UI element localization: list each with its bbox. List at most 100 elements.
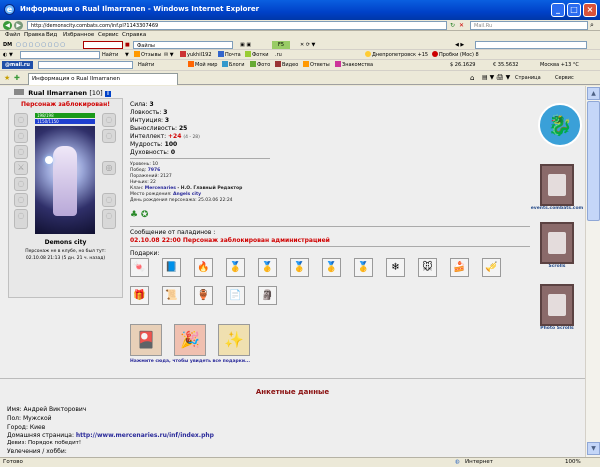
slot-boots[interactable]: ◌ (102, 209, 116, 229)
feeds-icon[interactable]: ▤ ▼ 🖨 ▼ (482, 74, 510, 82)
stop-icon[interactable]: ✕ (459, 22, 464, 29)
back-icon[interactable]: ◀ (3, 21, 12, 30)
dating-button[interactable]: Знакомства (335, 61, 373, 69)
url-field[interactable]: http://demonscity.combats.com/inf.pl?114… (27, 21, 447, 30)
medal-icons[interactable]: ♣ ✪ (130, 210, 148, 220)
blogs-button[interactable]: Блоги (222, 61, 245, 69)
clan-link[interactable]: Mercenaries (145, 186, 176, 191)
files-select[interactable]: Файлы (133, 41, 233, 49)
minimize-button[interactable]: _ (551, 3, 565, 17)
slot-ring[interactable]: ◌ (102, 193, 116, 207)
slot-helmet[interactable]: ◌ (14, 113, 28, 127)
homepage-link[interactable]: http://www.mercenaries.ru/inf/index.php (76, 432, 214, 439)
slot-bracers[interactable]: ◌ (102, 129, 116, 143)
menu-help[interactable]: Справка (122, 32, 146, 38)
gift-item[interactable]: 🥇 (290, 258, 309, 277)
vertical-scrollbar[interactable]: ▲ ▼ (585, 86, 600, 457)
gift-item[interactable]: 📄 (226, 286, 245, 305)
home-icon[interactable]: ⌂ (470, 74, 474, 82)
gift-item[interactable]: 🐭 (418, 258, 437, 277)
video-button[interactable]: Видео (275, 61, 298, 69)
more-gifts-link[interactable]: Нажмите сюда, чтобы увидеть все подарки.… (130, 359, 250, 364)
gift-item[interactable]: 🥇 (354, 258, 373, 277)
toolbar-icons[interactable]: ▢ ▢ ▢ ▢ ▢ ▢ ▢ ▢ (16, 41, 65, 49)
slot-pants[interactable]: ◌ (14, 209, 28, 229)
gift-item[interactable]: 📘 (162, 258, 181, 277)
user-button[interactable]: yukhil192 (180, 51, 212, 59)
mail-button[interactable]: Почта (218, 51, 241, 59)
sidebar-item-events-link[interactable]: events.combats.com (530, 164, 584, 211)
gift-item[interactable]: 🍰 (450, 258, 469, 277)
ru-button[interactable]: .ru (275, 51, 282, 59)
gift-item[interactable]: 🎺 (482, 258, 501, 277)
gift-item[interactable]: 🗿 (258, 286, 277, 305)
status-zoom[interactable]: 100% (565, 458, 581, 467)
toolbar-search[interactable] (475, 41, 587, 49)
photos-button[interactable]: Фотки (245, 51, 269, 59)
gift-card[interactable]: 🎉 (174, 324, 206, 356)
add-favorite-icon[interactable]: ✚ (14, 74, 20, 82)
gift-item[interactable]: 🔥 (194, 258, 213, 277)
slot-gloves[interactable]: ◌ (102, 113, 116, 127)
menu-view[interactable]: Вид (46, 32, 57, 38)
search-input[interactable]: Mail.Ru (470, 21, 588, 30)
answers-button[interactable]: Ответы (303, 61, 330, 69)
mailru-logo[interactable]: @mail.ru (2, 61, 33, 69)
gift-item[interactable]: 🍬 (130, 258, 149, 277)
photo-button[interactable]: Фото (250, 61, 270, 69)
toolbar-play-icon[interactable]: ■ (125, 41, 130, 49)
forward-icon[interactable]: ▶ (14, 21, 23, 30)
mymir-button[interactable]: Мой мир (188, 61, 217, 69)
tools-menu[interactable]: Сервис (555, 74, 574, 82)
scroll-down-icon[interactable]: ▼ (587, 442, 600, 455)
favorites-star-icon[interactable]: ★ (4, 74, 10, 82)
slot-armor[interactable]: ◌ (14, 177, 28, 191)
slot-belt[interactable]: ◌ (14, 193, 28, 207)
slot-amulet[interactable]: ◌ (14, 145, 28, 159)
toolbar-dropdown[interactable]: ◐ ▼ (3, 51, 13, 59)
sidebar-item-events[interactable]: 🐉 (535, 103, 585, 147)
scroll-thumb[interactable] (587, 101, 600, 221)
slot-weapon[interactable]: ⚔ (14, 161, 28, 175)
character-name[interactable]: Rual Ilmarranen (28, 89, 87, 97)
toolbar-more-icons[interactable]: ▣ ▣ (240, 41, 251, 49)
gift-item[interactable]: ❄ (386, 258, 405, 277)
gift-item[interactable]: 🏺 (194, 286, 213, 305)
gift-card[interactable]: 🎴 (130, 324, 162, 356)
toolbar-mail-glyphs[interactable]: ✉ ▼ (164, 51, 174, 59)
close-button[interactable]: × (583, 3, 597, 17)
sidebar-item-scrolls[interactable]: Scrolls (530, 222, 584, 269)
mailru-search[interactable] (38, 61, 133, 69)
toolbar-close-icon[interactable]: ✕ ⟳ ▼ (300, 41, 315, 49)
weather-button[interactable]: Днепропетровск +15 (365, 51, 428, 59)
gift-card[interactable]: ✨ (218, 324, 250, 356)
reviews-button[interactable]: Отзывы (134, 51, 161, 59)
toolbar2-input[interactable] (20, 51, 100, 59)
scroll-up-icon[interactable]: ▲ (587, 87, 600, 100)
info-icon[interactable]: i (104, 91, 111, 97)
tab-info[interactable]: Информация о Rual Ilmarranen (28, 73, 178, 85)
gift-item[interactable]: 🎁 (130, 286, 149, 305)
gift-item[interactable]: 📜 (162, 286, 181, 305)
sidebar-item-photo-scrolls[interactable]: Photo Scrolls (530, 284, 584, 331)
mailru-find-button[interactable]: Найти (138, 61, 154, 69)
page-menu[interactable]: Страница (515, 74, 541, 82)
slot-earrings[interactable]: ◌ (14, 129, 28, 143)
maximize-button[interactable]: □ (567, 3, 581, 17)
menu-edit[interactable]: Правка (24, 32, 45, 38)
gift-item[interactable]: 🥇 (322, 258, 341, 277)
toolbar-input[interactable] (83, 41, 123, 49)
birthplace-link[interactable]: Angels city (173, 192, 201, 197)
gift-item[interactable]: 🥇 (226, 258, 245, 277)
toolbar-arrows[interactable]: ◀ ▶ (455, 41, 464, 49)
toolbar-arrow[interactable]: ▼ (125, 51, 129, 59)
menu-file[interactable]: Файл (5, 32, 20, 38)
traffic-button[interactable]: Пробки (Мос) 8 (432, 51, 479, 59)
gift-item[interactable]: 🥇 (258, 258, 277, 277)
toolbar-green-button[interactable]: F5 (272, 41, 291, 49)
find-button[interactable]: Найти (102, 51, 118, 59)
menu-tools[interactable]: Сервис (98, 32, 119, 38)
refresh-icon[interactable]: ↻ (450, 22, 455, 29)
menu-favorites[interactable]: Избранное (63, 32, 94, 38)
slot-shield[interactable]: ◎ (102, 161, 116, 175)
